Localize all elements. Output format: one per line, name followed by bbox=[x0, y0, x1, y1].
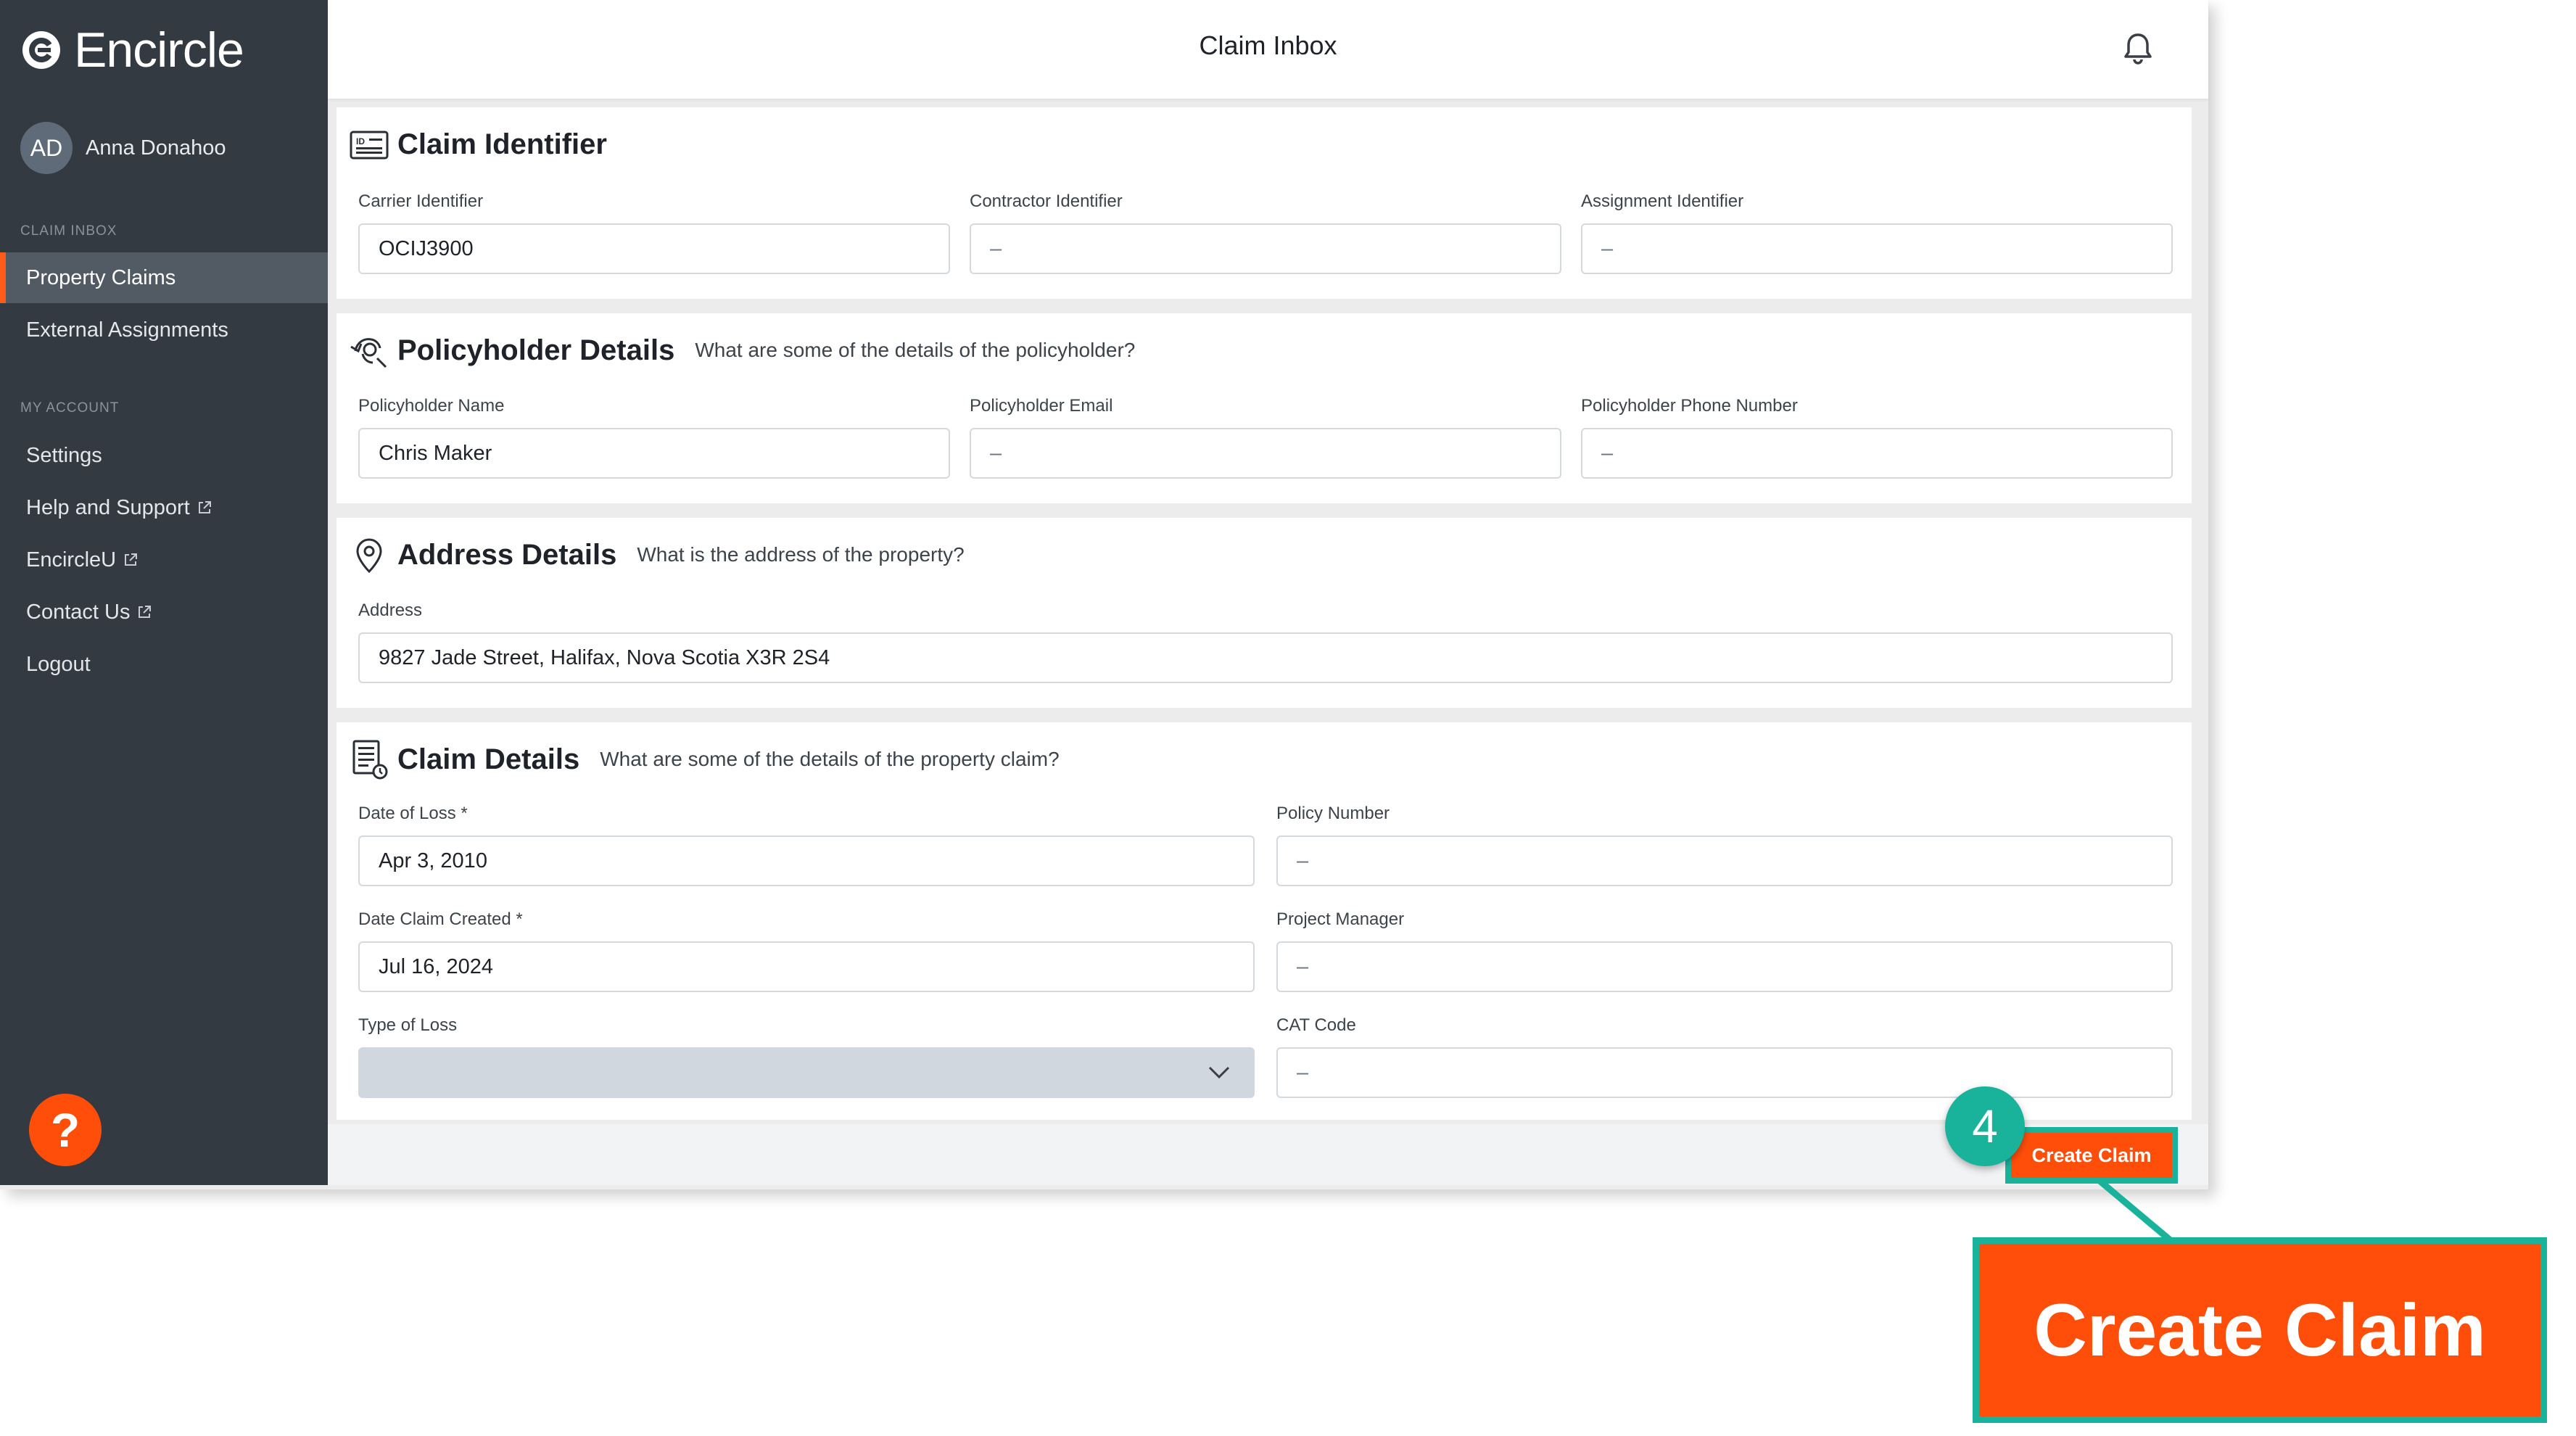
callout-connector bbox=[2097, 1178, 2174, 1245]
zoomed-create-claim-callout: Create Claim bbox=[1973, 1237, 2547, 1423]
